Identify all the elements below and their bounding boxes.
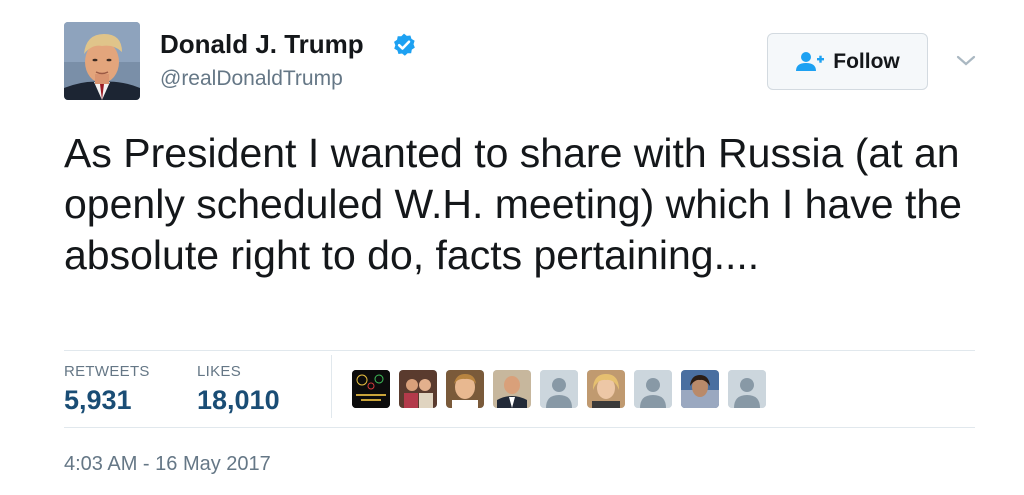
likes-label[interactable]: LIKES: [197, 363, 241, 380]
likes-count[interactable]: 18,010: [197, 385, 280, 416]
user-handle[interactable]: @realDonaldTrump: [160, 66, 343, 92]
liker-avatar-7[interactable]: [634, 370, 672, 408]
retweets-label[interactable]: RETWEETS: [64, 363, 150, 380]
follow-button-label: Follow: [833, 49, 900, 73]
liker-avatar-4[interactable]: [493, 370, 531, 408]
liker-avatar-9[interactable]: [728, 370, 766, 408]
add-user-icon: [795, 51, 825, 73]
chevron-down-icon[interactable]: [955, 54, 977, 68]
retweets-count[interactable]: 5,931: [64, 385, 132, 416]
stats-top-divider: [64, 350, 975, 351]
liker-avatar-5[interactable]: [540, 370, 578, 408]
stats-bottom-divider: [64, 427, 975, 428]
stats-separator: [331, 355, 332, 418]
liker-avatar-6[interactable]: [587, 370, 625, 408]
tweet-timestamp[interactable]: 4:03 AM - 16 May 2017: [64, 453, 271, 476]
avatar[interactable]: [64, 22, 140, 100]
verified-badge-icon: [391, 32, 417, 58]
tweet-text: As President I wanted to share with Russ…: [64, 130, 962, 278]
liker-avatar-1[interactable]: [352, 370, 390, 408]
display-name[interactable]: Donald J. Trump: [160, 28, 364, 60]
liker-avatar-2[interactable]: [399, 370, 437, 408]
liker-avatar-8[interactable]: [681, 370, 719, 408]
liker-avatar-3[interactable]: [446, 370, 484, 408]
follow-button[interactable]: Follow: [767, 33, 928, 90]
